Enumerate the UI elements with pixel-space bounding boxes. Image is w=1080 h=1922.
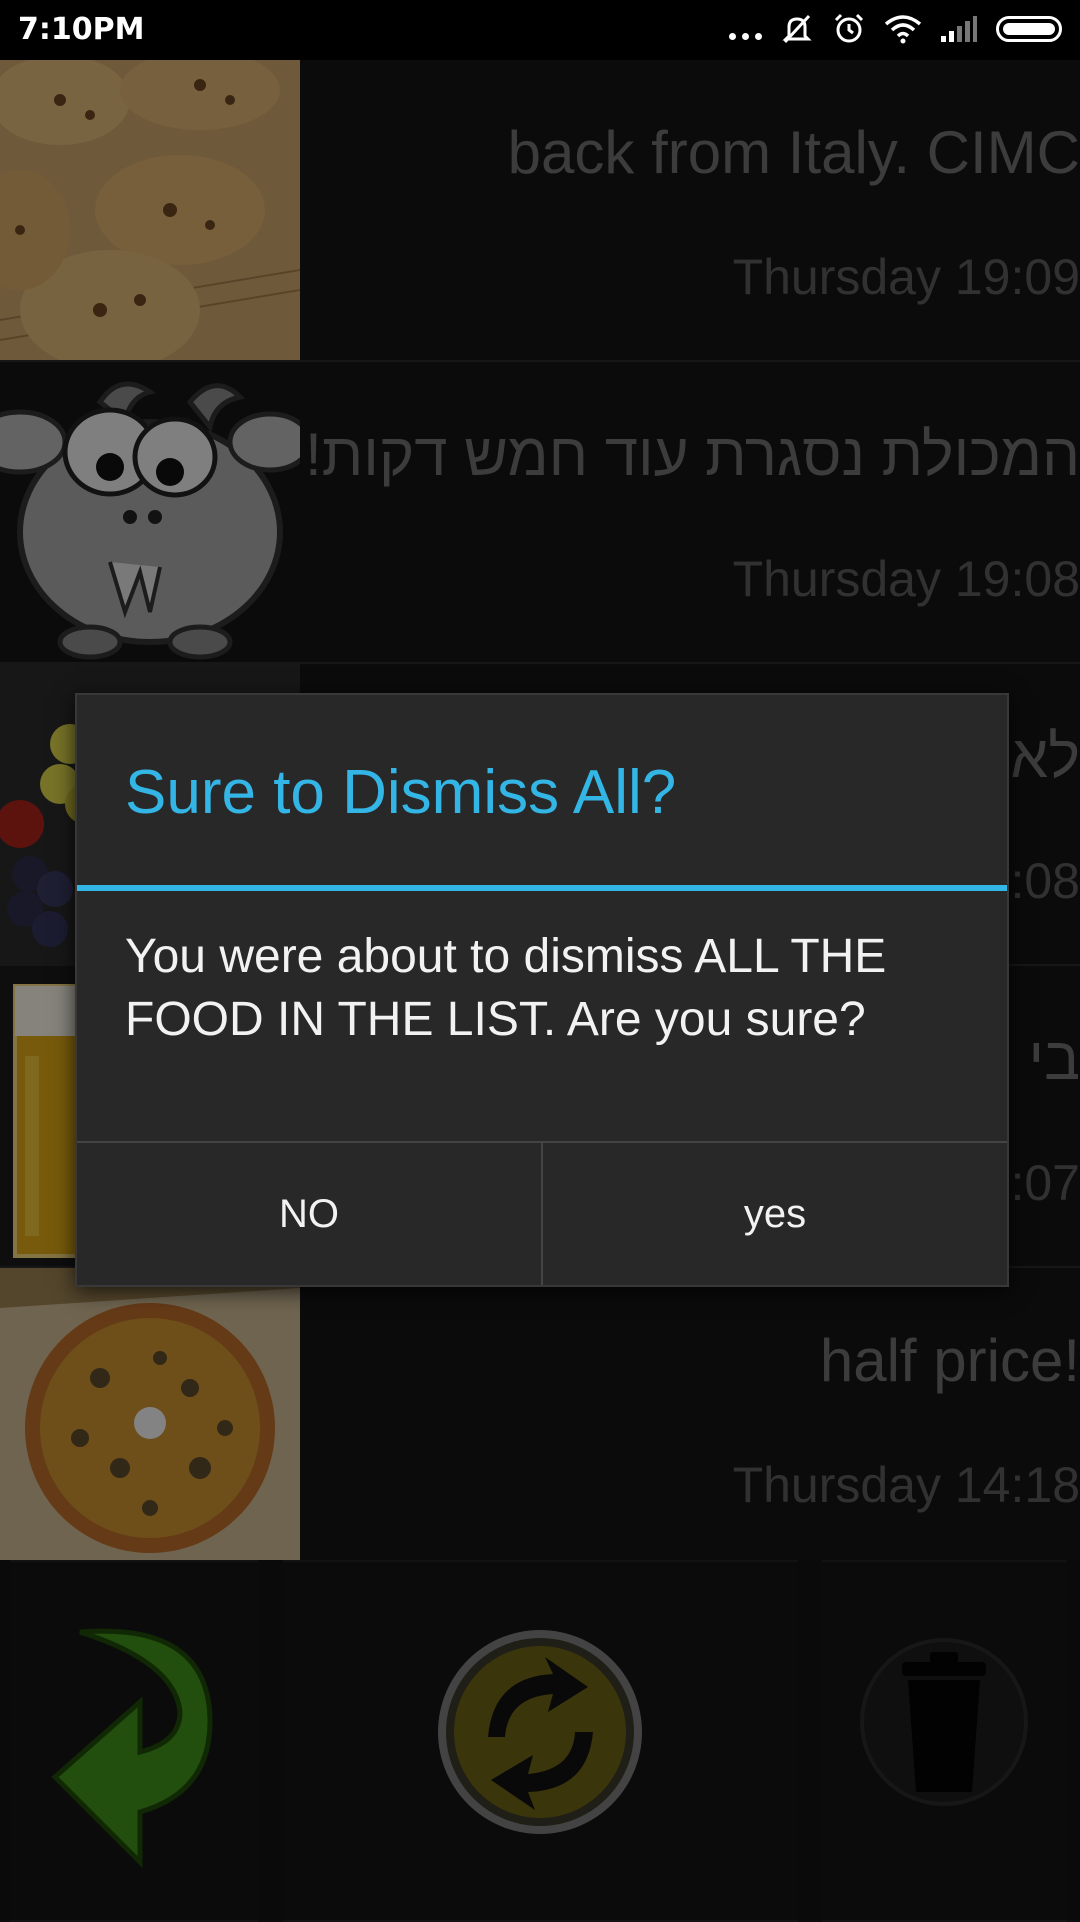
no-button[interactable]: NO	[77, 1143, 541, 1285]
wifi-icon	[884, 15, 922, 44]
battery-icon	[996, 16, 1062, 42]
dialog-message: You were about to dismiss ALL THE FOOD I…	[125, 930, 887, 1046]
status-bar: 7:10PM	[0, 0, 1080, 60]
title-divider	[77, 885, 1007, 891]
dialog-title: Sure to Dismiss All?	[125, 758, 677, 827]
confirm-dialog: Sure to Dismiss All? You were about to d…	[75, 693, 1009, 1287]
status-icons	[729, 12, 1062, 46]
status-time: 7:10PM	[18, 12, 145, 47]
more-notifications-icon	[729, 32, 762, 40]
alarm-icon	[834, 13, 864, 43]
muted-bell-icon	[782, 14, 812, 44]
dialog-button-bar: NO yes	[77, 1141, 1007, 1285]
signal-icon	[941, 16, 977, 42]
yes-button[interactable]: yes	[541, 1143, 1007, 1285]
